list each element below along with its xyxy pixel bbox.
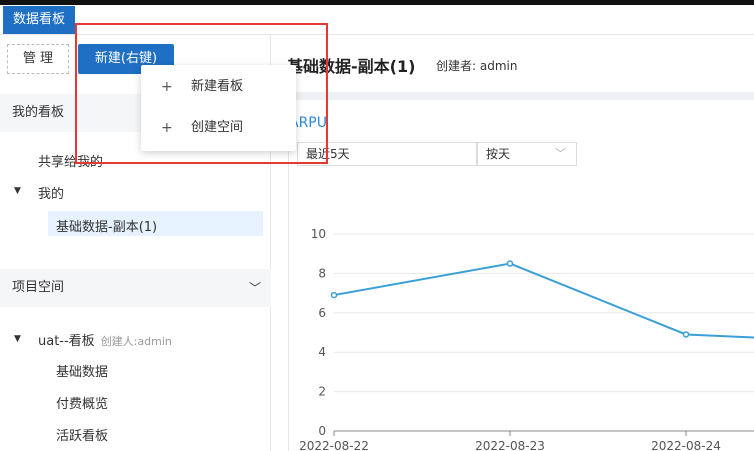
y-tick-label: 10 [311, 227, 326, 241]
sidebar-item-mine-child[interactable]: 基础数据-副本(1) [56, 216, 157, 235]
chevron-down-icon: ﹀ [555, 147, 566, 160]
new-context-menu: + 新建看板 + 创建空间 [141, 65, 296, 151]
manage-button[interactable]: 管 理 [7, 44, 69, 74]
content-gap [271, 92, 754, 100]
data-point [506, 260, 514, 267]
main-header: 基础数据-副本(1) 创建者: admin [271, 35, 754, 92]
project-creator: 创建人:admin [100, 335, 172, 348]
y-tick-label: 6 [318, 306, 326, 320]
sidebar-item-project-child[interactable]: 活跃看板 [56, 425, 108, 444]
page-creator: 创建者: admin [436, 59, 518, 73]
data-point [330, 291, 338, 299]
page-title: 基础数据-副本(1) [287, 57, 416, 76]
sidebar-item-shared[interactable]: 共享给我的 [38, 151, 103, 170]
section-project-space[interactable]: 项目空间 ﹀ [0, 269, 271, 307]
caret-down-icon[interactable]: ▼ [14, 186, 21, 196]
tab-data-board[interactable]: 数据看板 [3, 6, 75, 34]
granularity-select[interactable]: 按天 ﹀ [477, 142, 577, 166]
y-tick-label: 2 [318, 385, 326, 399]
y-tick-label: 8 [318, 266, 326, 280]
x-tick-label: 2022-08-23 [475, 439, 545, 451]
sidebar-item-mine[interactable]: 我的 [38, 183, 64, 202]
caret-down-icon[interactable]: ▼ [14, 334, 21, 344]
x-tick-label: 2022-08-24 [651, 439, 721, 451]
sidebar-item-project-child[interactable]: 基础数据 [56, 361, 108, 380]
data-point [682, 331, 690, 338]
plus-icon: + [161, 120, 173, 136]
plus-icon: + [161, 79, 173, 95]
series-line [333, 262, 754, 339]
sidebar-item-project[interactable]: uat--看板 创建人:admin [38, 330, 172, 349]
top-strip [0, 0, 754, 5]
granularity-value: 按天 [486, 147, 511, 161]
section-my-boards-label: 我的看板 [12, 105, 65, 120]
menu-item-create-space[interactable]: + 创建空间 [141, 108, 296, 148]
section-project-space-label: 项目空间 [12, 280, 65, 295]
sidebar-item-project-child[interactable]: 付费概览 [56, 393, 108, 412]
y-tick-label: 4 [318, 345, 326, 359]
project-label: uat--看板 [38, 334, 95, 349]
arpu-line-chart: 02468102022-08-222022-08-232022-08-24202… [299, 227, 754, 451]
menu-item-label: 新建看板 [191, 79, 244, 94]
main-panel: 基础数据-副本(1) 创建者: admin ARPU 最近5天 按天 ﹀ 024… [271, 35, 754, 451]
y-tick-label: 0 [318, 424, 326, 438]
x-tick-label: 2022-08-22 [299, 439, 369, 451]
menu-item-new-board[interactable]: + 新建看板 [141, 67, 296, 107]
date-range-select[interactable]: 最近5天 [297, 142, 477, 166]
menu-item-label: 创建空间 [191, 120, 244, 135]
chevron-down-icon[interactable]: ﹀ [249, 269, 261, 307]
